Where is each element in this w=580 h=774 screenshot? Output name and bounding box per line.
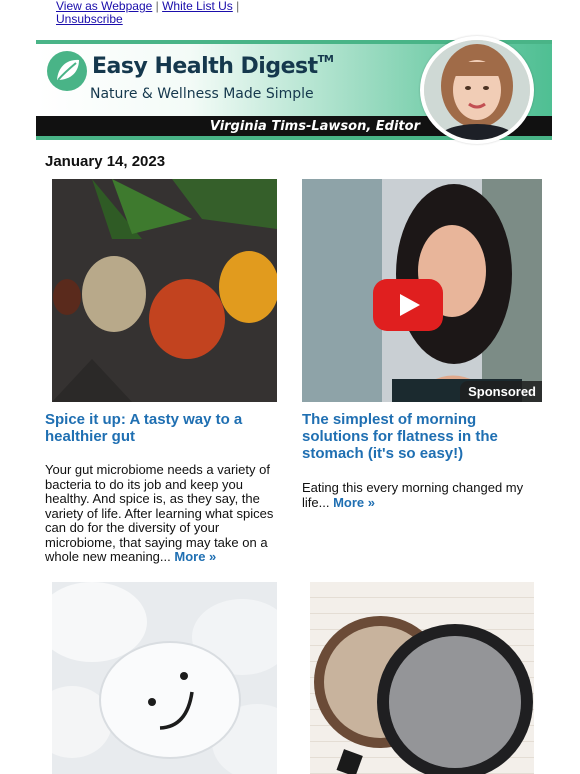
header-links: View as Webpage | White List Us | Unsubs… <box>56 0 256 26</box>
spices-image[interactable] <box>52 179 277 402</box>
video-thumbnail[interactable]: Sponsored <box>302 179 542 402</box>
more-link[interactable]: More » <box>333 495 375 510</box>
frying-pans-image[interactable] <box>310 582 534 774</box>
brand-name-text: Easy Health Digest <box>92 54 318 79</box>
unsubscribe-link[interactable]: Unsubscribe <box>56 12 123 26</box>
issue-date: January 14, 2023 <box>45 153 166 170</box>
article-summary-morning: Eating this every morning changed my lif… <box>302 480 542 510</box>
link-separator: | <box>155 0 159 13</box>
editor-name: Virginia Tims-Lawson, Editor <box>209 119 420 134</box>
sponsored-badge: Sponsored <box>460 381 542 402</box>
brand-name: Easy Health DigestTM <box>92 54 334 79</box>
trademark: TM <box>317 54 334 65</box>
article-title-morning-solution[interactable]: The simplest of morning solutions for fl… <box>302 411 542 462</box>
link-separator: | <box>236 0 240 13</box>
editor-photo <box>420 36 534 144</box>
white-list-us-link[interactable]: White List Us <box>162 0 233 13</box>
article-summary-text: Your gut microbiome needs a variety of b… <box>45 462 274 564</box>
leaf-icon <box>47 51 87 91</box>
brand-tagline: Nature & Wellness Made Simple <box>90 86 314 102</box>
play-icon[interactable] <box>373 279 443 331</box>
article-summary-spice: Your gut microbiome needs a variety of b… <box>45 462 285 565</box>
smiley-pill-image[interactable] <box>52 582 277 774</box>
more-link[interactable]: More » <box>174 549 216 564</box>
article-title-spice[interactable]: Spice it up: A tasty way to a healthier … <box>45 411 275 445</box>
